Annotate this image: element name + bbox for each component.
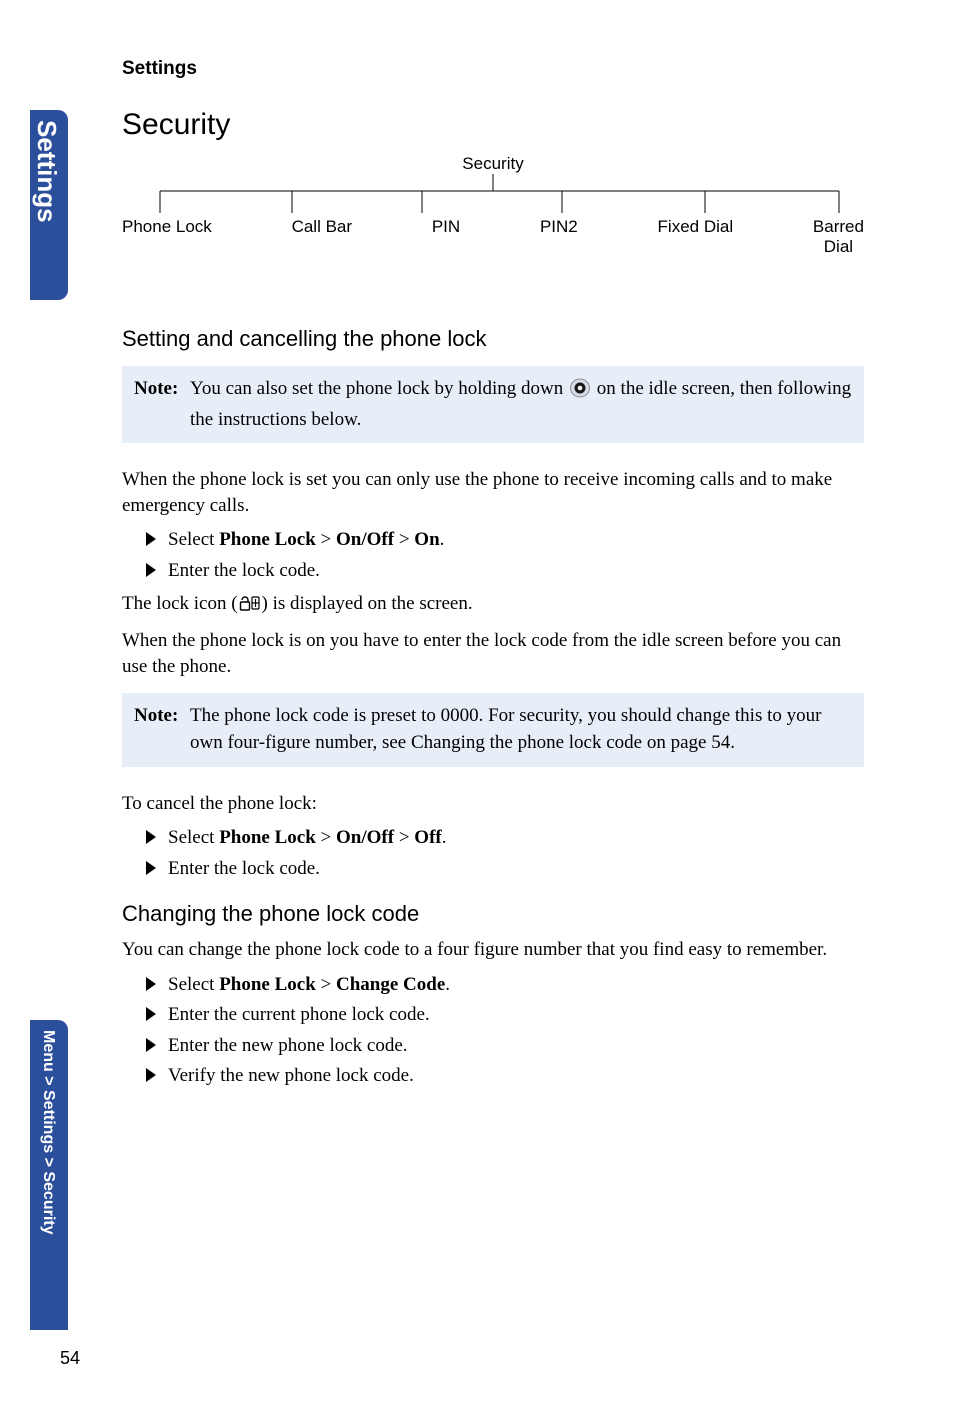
text: ) is displayed on the screen. <box>262 593 473 614</box>
list-item: Enter the lock code. <box>146 557 864 586</box>
menu-tree-diagram: Security Phone Lock Call Bar PIN PIN2 Fi… <box>122 154 864 284</box>
text: > <box>316 974 336 995</box>
diagram-child: Fixed Dial <box>658 217 734 256</box>
text: Select <box>168 974 219 995</box>
nav-button-icon <box>570 378 590 407</box>
list-item: Select Phone Lock > On/Off > On. <box>146 526 864 555</box>
text: Select <box>168 529 219 550</box>
page-content: Settings Security Security Phone Lock Ca… <box>0 0 954 1330</box>
note-label: Note: <box>134 376 190 433</box>
note-text-part: You can also set the phone lock by holdi… <box>190 378 568 399</box>
note-text: The phone lock code is preset to 0000. F… <box>190 703 852 756</box>
body-paragraph: When the phone lock is set you can only … <box>122 467 864 518</box>
body-paragraph: The lock icon ( ) is displayed on the scr… <box>122 591 864 620</box>
text: . <box>445 974 450 995</box>
steps-list: Select Phone Lock > On/Off > On. Enter t… <box>122 526 864 585</box>
body-paragraph: You can change the phone lock code to a … <box>122 937 864 963</box>
list-item: Enter the lock code. <box>146 855 864 884</box>
text: . <box>442 827 447 848</box>
note-box: Note: The phone lock code is preset to 0… <box>122 693 864 766</box>
running-header: Settings <box>122 58 864 80</box>
menu-path: Phone Lock <box>219 529 316 550</box>
diagram-root-label: Security <box>122 154 864 174</box>
body-paragraph: To cancel the phone lock: <box>122 791 864 817</box>
list-item: Enter the current phone lock code. <box>146 1001 864 1030</box>
text: > <box>394 827 414 848</box>
text: > <box>316 529 336 550</box>
menu-path: On/Off <box>336 529 394 550</box>
menu-path: Off <box>414 827 441 848</box>
menu-path: On/Off <box>336 827 394 848</box>
menu-path: Phone Lock <box>219 827 316 848</box>
steps-list: Select Phone Lock > On/Off > Off. Enter … <box>122 824 864 883</box>
diagram-child: Phone Lock <box>122 217 212 256</box>
side-tab-settings-label: Settings <box>31 120 62 223</box>
list-item: Select Phone Lock > On/Off > Off. <box>146 824 864 853</box>
text: > <box>394 529 414 550</box>
text: The lock icon ( <box>122 593 238 614</box>
body-paragraph: When the phone lock is on you have to en… <box>122 628 864 679</box>
diagram-children: Phone Lock Call Bar PIN PIN2 Fixed Dial … <box>122 217 864 256</box>
diagram-child: BarredDial <box>813 217 864 256</box>
text: Select <box>168 827 219 848</box>
section-heading: Changing the phone lock code <box>122 901 864 927</box>
section-heading: Setting and cancelling the phone lock <box>122 326 864 352</box>
menu-path: Change Code <box>336 974 445 995</box>
note-label: Note: <box>134 703 190 756</box>
page-title: Security <box>122 108 864 142</box>
diagram-child: Call Bar <box>292 217 352 256</box>
text: . <box>440 529 445 550</box>
page-number: 54 <box>60 1348 80 1369</box>
diagram-child: PIN <box>432 217 460 256</box>
steps-list: Select Phone Lock > Change Code. Enter t… <box>122 971 864 1091</box>
menu-path: On <box>414 529 439 550</box>
note-box: Note: You can also set the phone lock by… <box>122 366 864 443</box>
list-item: Verify the new phone lock code. <box>146 1062 864 1091</box>
lock-icon <box>239 594 261 620</box>
diagram-child: PIN2 <box>540 217 578 256</box>
note-text: You can also set the phone lock by holdi… <box>190 376 852 433</box>
list-item: Enter the new phone lock code. <box>146 1032 864 1061</box>
menu-path: Phone Lock <box>219 974 316 995</box>
text: > <box>316 827 336 848</box>
side-tab-breadcrumb-label: Menu > Settings > Security <box>39 1030 57 1235</box>
list-item: Select Phone Lock > Change Code. <box>146 971 864 1000</box>
